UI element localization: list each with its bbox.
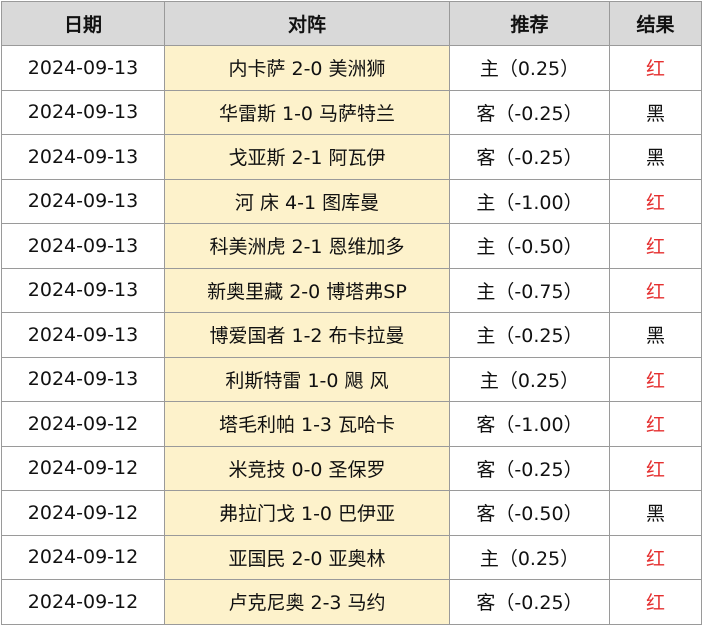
cell-match: 亚国民 2-0 亚奥林 (164, 534, 450, 580)
cell-result: 黑 (609, 89, 702, 135)
cell-pick: 客（-1.00） (449, 401, 610, 447)
cell-date: 2024-09-13 (1, 312, 165, 358)
table-row: 2024-09-13 戈亚斯 2-1 阿瓦伊 客（-0.25） 黑 (1, 134, 702, 180)
table-header: 日期 对阵 推荐 结果 (1, 1, 702, 46)
cell-match: 弗拉门戈 1-0 巴伊亚 (164, 490, 450, 536)
cell-pick: 客（-0.25） (449, 579, 610, 625)
table-row: 2024-09-13 新奥里藏 2-0 博塔弗SP 主（-0.75） 红 (1, 267, 702, 313)
cell-match: 卢克尼奥 2-3 马约 (164, 579, 450, 625)
cell-pick: 主（0.25） (449, 534, 610, 580)
cell-match: 利斯特雷 1-0 飓 风 (164, 356, 450, 402)
table-row: 2024-09-13 博爱国者 1-2 布卡拉曼 主（-0.25） 黑 (1, 312, 702, 358)
cell-date: 2024-09-13 (1, 223, 165, 269)
cell-result: 红 (609, 445, 702, 491)
cell-result: 红 (609, 356, 702, 402)
header-result: 结果 (609, 1, 702, 46)
cell-result: 红 (609, 267, 702, 313)
table-row: 2024-09-12 卢克尼奥 2-3 马约 客（-0.25） 红 (1, 579, 702, 625)
table-body: 2024-09-13 内卡萨 2-0 美洲狮 主（0.25） 红 2024-09… (1, 45, 702, 625)
cell-result: 黑 (609, 134, 702, 180)
cell-match: 华雷斯 1-0 马萨特兰 (164, 89, 450, 135)
cell-date: 2024-09-13 (1, 356, 165, 402)
cell-match: 博爱国者 1-2 布卡拉曼 (164, 312, 450, 358)
table-row: 2024-09-13 内卡萨 2-0 美洲狮 主（0.25） 红 (1, 45, 702, 91)
cell-pick: 主（-0.75） (449, 267, 610, 313)
cell-date: 2024-09-12 (1, 401, 165, 447)
header-match: 对阵 (164, 1, 450, 46)
cell-match: 内卡萨 2-0 美洲狮 (164, 45, 450, 91)
cell-pick: 客（-0.25） (449, 445, 610, 491)
cell-match: 河 床 4-1 图库曼 (164, 178, 450, 224)
results-table: 日期 对阵 推荐 结果 2024-09-13 内卡萨 2-0 美洲狮 主（0.2… (1, 1, 702, 625)
cell-date: 2024-09-13 (1, 45, 165, 91)
cell-result: 黑 (609, 312, 702, 358)
cell-date: 2024-09-12 (1, 490, 165, 536)
cell-result: 红 (609, 401, 702, 447)
cell-match: 科美洲虎 2-1 恩维加多 (164, 223, 450, 269)
cell-date: 2024-09-13 (1, 89, 165, 135)
cell-match: 新奥里藏 2-0 博塔弗SP (164, 267, 450, 313)
cell-date: 2024-09-12 (1, 534, 165, 580)
header-pick: 推荐 (449, 1, 610, 46)
cell-match: 米竞技 0-0 圣保罗 (164, 445, 450, 491)
cell-result: 红 (609, 223, 702, 269)
cell-match: 塔毛利帕 1-3 瓦哈卡 (164, 401, 450, 447)
cell-result: 红 (609, 178, 702, 224)
table-row: 2024-09-12 弗拉门戈 1-0 巴伊亚 客（-0.50） 黑 (1, 490, 702, 536)
cell-date: 2024-09-13 (1, 178, 165, 224)
cell-pick: 主（0.25） (449, 45, 610, 91)
table-row: 2024-09-12 塔毛利帕 1-3 瓦哈卡 客（-1.00） 红 (1, 401, 702, 447)
table-row: 2024-09-13 科美洲虎 2-1 恩维加多 主（-0.50） 红 (1, 223, 702, 269)
cell-result: 红 (609, 579, 702, 625)
cell-pick: 主（0.25） (449, 356, 610, 402)
cell-pick: 客（-0.25） (449, 89, 610, 135)
table-row: 2024-09-13 利斯特雷 1-0 飓 风 主（0.25） 红 (1, 356, 702, 402)
header-date: 日期 (1, 1, 165, 46)
cell-result: 红 (609, 534, 702, 580)
cell-match: 戈亚斯 2-1 阿瓦伊 (164, 134, 450, 180)
cell-date: 2024-09-12 (1, 445, 165, 491)
cell-date: 2024-09-12 (1, 579, 165, 625)
table-row: 2024-09-12 亚国民 2-0 亚奥林 主（0.25） 红 (1, 534, 702, 580)
table-row: 2024-09-13 华雷斯 1-0 马萨特兰 客（-0.25） 黑 (1, 89, 702, 135)
cell-result: 红 (609, 45, 702, 91)
cell-result: 黑 (609, 490, 702, 536)
cell-pick: 客（-0.50） (449, 490, 610, 536)
cell-pick: 主（-0.50） (449, 223, 610, 269)
cell-pick: 主（-0.25） (449, 312, 610, 358)
cell-pick: 主（-1.00） (449, 178, 610, 224)
table-row: 2024-09-12 米竞技 0-0 圣保罗 客（-0.25） 红 (1, 445, 702, 491)
cell-pick: 客（-0.25） (449, 134, 610, 180)
header-row: 日期 对阵 推荐 结果 (1, 1, 702, 46)
cell-date: 2024-09-13 (1, 134, 165, 180)
cell-date: 2024-09-13 (1, 267, 165, 313)
table-row: 2024-09-13 河 床 4-1 图库曼 主（-1.00） 红 (1, 178, 702, 224)
